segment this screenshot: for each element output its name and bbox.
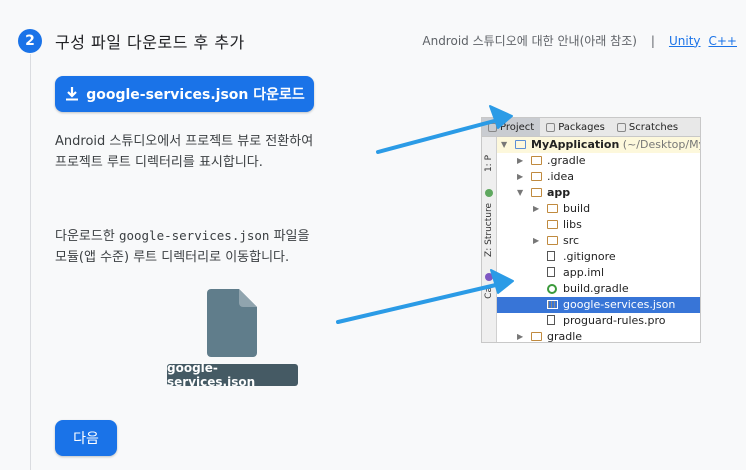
tree-row-build-gradle[interactable]: build.gradle <box>497 281 700 297</box>
tree-row-proguard-rules-pro[interactable]: proguard-rules.pro <box>497 313 700 329</box>
collapsed-arrow-icon[interactable]: ▶ <box>517 329 523 342</box>
gradle-icon <box>547 284 557 294</box>
collapsed-arrow-icon[interactable]: ▶ <box>517 153 523 169</box>
instruction-move-file: 다운로드한 google-services.json 파일을 모듈(앱 수준) … <box>55 225 309 268</box>
ide-tab-bar: Project Packages Scratches <box>482 118 700 137</box>
tree-label: .idea <box>547 170 575 183</box>
download-icon <box>66 87 79 101</box>
tree-row-src[interactable]: ▶ src <box>497 233 700 249</box>
cpp-link[interactable]: C++ <box>709 34 738 48</box>
tree-label: build.gradle <box>563 282 629 295</box>
tree-row-app[interactable]: ▼ app <box>497 185 700 201</box>
folder-icon <box>531 188 542 197</box>
json-file-icon <box>207 289 257 357</box>
side-label-captures: Ca <box>484 287 494 299</box>
project-tree: ▼ MyApplication (~/Desktop/My ▶ .gradle ▶ .id… <box>497 137 700 343</box>
collapsed-arrow-icon[interactable]: ▶ <box>517 169 523 185</box>
tab-project: Project <box>482 118 541 136</box>
step-number-badge: 2 <box>18 29 42 53</box>
step-title: 구성 파일 다운로드 후 추가 <box>55 33 245 52</box>
platform-help: Android 스튜디오에 대한 안내(아래 참조) | Unity C++ <box>422 32 737 49</box>
collapsed-arrow-icon[interactable]: ▶ <box>533 201 539 217</box>
tree-label: .gitignore <box>563 250 616 263</box>
collapsed-arrow-icon[interactable]: ▶ <box>533 233 539 249</box>
module-folder-icon <box>515 140 526 149</box>
tree-label: proguard-rules.pro <box>563 314 666 327</box>
tree-label: app <box>547 186 571 199</box>
file-icon <box>547 251 555 261</box>
folder-icon <box>531 156 542 165</box>
tab-scratches: Scratches <box>611 118 684 136</box>
tree-label: .gradle <box>547 154 586 167</box>
file-icon <box>547 267 555 277</box>
filename-code: google-services.json <box>118 228 270 243</box>
folder-icon <box>547 220 558 229</box>
instruction-line: Android 스튜디오에서 프로젝트 뷰로 전환하여 <box>55 134 314 149</box>
project-tab-icon <box>488 122 497 132</box>
unity-link[interactable]: Unity <box>669 34 701 48</box>
tree-row-app-iml[interactable]: app.iml <box>497 265 700 281</box>
expanded-arrow-icon[interactable]: ▼ <box>517 185 523 201</box>
tree-row-google-services-json[interactable]: google-services.json <box>497 297 700 313</box>
download-config-button[interactable]: google-services.json 다운로드 <box>55 76 314 112</box>
tree-row-libs[interactable]: libs <box>497 217 700 233</box>
tree-label: libs <box>563 218 582 231</box>
file-icon <box>547 315 555 325</box>
ide-side-toolbar: 1: P Z: Structure Ca <box>482 137 497 342</box>
step-number: 2 <box>25 33 35 49</box>
tree-label: gradle <box>547 330 583 343</box>
structure-icon <box>485 273 493 281</box>
tree-row-gradle[interactable]: ▶ gradle <box>497 329 700 343</box>
step-rail <box>30 54 31 470</box>
side-label-project: 1: P <box>484 155 494 173</box>
tree-row-myapplication[interactable]: ▼ MyApplication (~/Desktop/My <box>497 137 700 153</box>
instruction-text: 다운로드한 <box>55 229 119 244</box>
side-label-structure: Z: Structure <box>484 203 494 257</box>
tree-label: src <box>563 234 580 247</box>
tab-packages: Packages <box>540 118 611 136</box>
file-name-tag: google-services.json <box>167 361 298 389</box>
tree-label: build <box>563 202 591 215</box>
tree-row-gradle[interactable]: ▶ .gradle <box>497 153 700 169</box>
download-button-label: google-services.json 다운로드 <box>86 87 305 103</box>
folder-icon <box>531 172 542 181</box>
folder-icon <box>547 204 558 213</box>
tree-row-idea[interactable]: ▶ .idea <box>497 169 700 185</box>
tree-row-gitignore[interactable]: .gitignore <box>497 249 700 265</box>
expanded-arrow-icon[interactable]: ▼ <box>501 137 507 153</box>
scratches-tab-icon <box>616 122 626 132</box>
android-studio-project-view: Project Packages Scratches 1: P Z: Struc… <box>481 117 701 343</box>
help-separator: | <box>650 33 655 48</box>
instruction-line: 프로젝트 루트 디렉터리를 표시합니다. <box>55 155 263 170</box>
android-icon <box>485 189 493 197</box>
folder-icon <box>547 236 558 245</box>
tree-label: app.iml <box>563 266 605 279</box>
packages-tab-icon <box>546 122 556 132</box>
instruction-text: 파일을 <box>269 229 310 244</box>
instruction-line: 모듈(앱 수준) 루트 디렉터리로 이동합니다. <box>55 250 290 265</box>
folder-icon <box>531 332 542 341</box>
tree-label: google-services.json <box>563 298 676 311</box>
help-text: Android 스튜디오에 대한 안내(아래 참조) <box>422 34 637 48</box>
tree-row-build[interactable]: ▶ build <box>497 201 700 217</box>
tree-label: MyApplication (~/Desktop/My <box>531 138 701 151</box>
next-button[interactable]: 다음 <box>55 420 117 456</box>
instruction-switch-view: Android 스튜디오에서 프로젝트 뷰로 전환하여 프로젝트 루트 디렉터리… <box>55 131 313 173</box>
json-icon <box>547 300 558 309</box>
